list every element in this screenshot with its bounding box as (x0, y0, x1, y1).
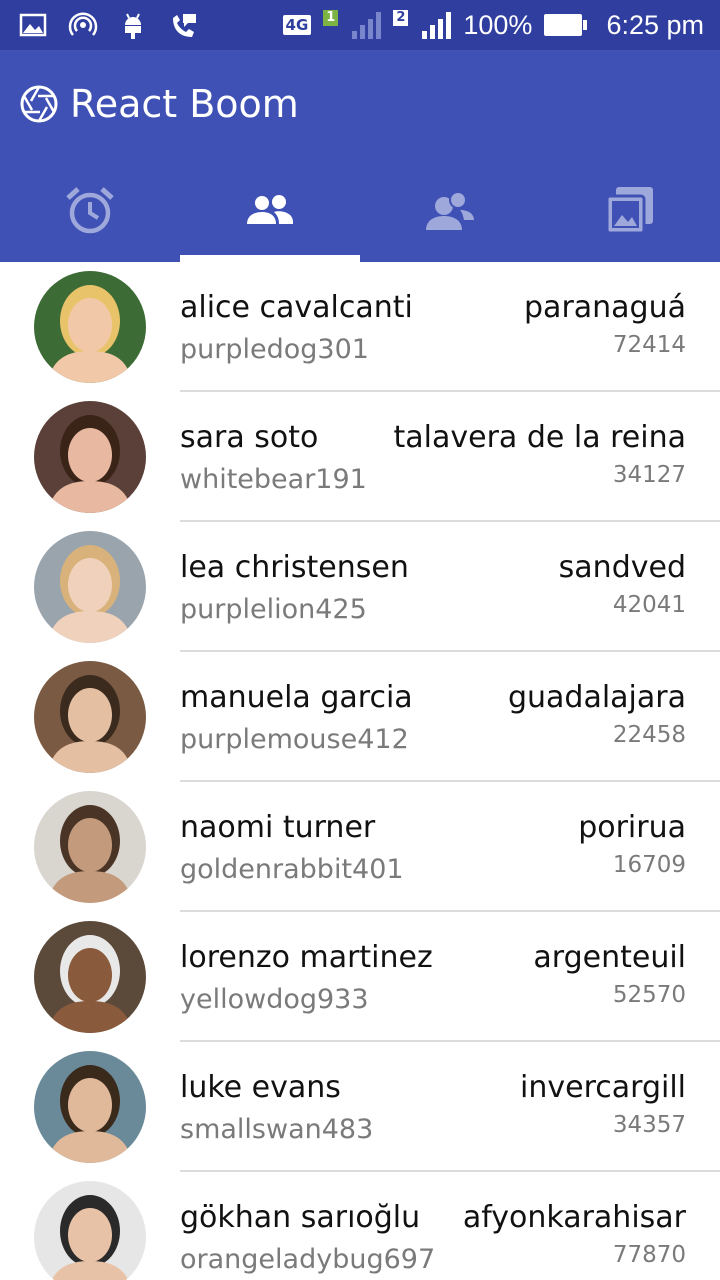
hotspot-icon (68, 10, 98, 40)
list-item[interactable]: gökhan sarıoğlu orangeladybug697 afyonka… (0, 1172, 720, 1280)
avatar-photo (34, 401, 146, 513)
user-name: gökhan sarıoğlu (180, 1200, 421, 1235)
user-name: lorenzo martinez (180, 940, 433, 975)
avatar (34, 1051, 146, 1163)
list-item[interactable]: sara soto whitebear191 talavera de la re… (0, 392, 720, 522)
avatar (34, 661, 146, 773)
list-item[interactable]: alice cavalcanti purpledog301 paranaguá … (0, 262, 720, 392)
system-status: 4G 1 2 100% 6:25 pm (282, 9, 704, 41)
user-list: alice cavalcanti purpledog301 paranaguá … (0, 262, 720, 1280)
user-name: alice cavalcanti (180, 290, 413, 325)
user-postcode: 42041 (612, 592, 686, 618)
user-city: porirua (578, 810, 686, 845)
tab-alarm[interactable] (0, 162, 180, 262)
notification-icons (18, 10, 198, 40)
aperture-icon (20, 85, 58, 123)
user-username: smallswan483 (180, 1114, 374, 1145)
user-postcode: 77870 (612, 1242, 686, 1268)
image-icon (18, 10, 48, 40)
user-username: purplelion425 (180, 594, 367, 625)
android-debug-icon (118, 10, 148, 40)
user-postcode: 22458 (612, 722, 686, 748)
user-name: sara soto (180, 420, 319, 455)
user-city: invercargill (520, 1070, 686, 1105)
avatar-photo (34, 661, 146, 773)
user-postcode: 52570 (612, 982, 686, 1008)
list-item[interactable]: luke evans smallswan483 invercargill 343… (0, 1042, 720, 1172)
list-item[interactable]: naomi turner goldenrabbit401 porirua 167… (0, 782, 720, 912)
user-username: goldenrabbit401 (180, 854, 404, 885)
user-city: argenteuil (533, 940, 686, 975)
sim1-badge: 1 (323, 9, 339, 26)
list-item[interactable]: manuela garcia purplemouse412 guadalajar… (0, 652, 720, 782)
user-name: naomi turner (180, 810, 376, 845)
alarm-icon (64, 184, 116, 240)
sim1-signal-icon (352, 11, 382, 39)
user-city: talavera de la reina (393, 420, 687, 455)
avatar-photo (34, 1181, 146, 1280)
battery-percent: 100% (463, 9, 533, 40)
avatar-photo (34, 791, 146, 903)
status-bar: 4G 1 2 100% 6:25 pm (0, 0, 720, 50)
avatar-photo (34, 1051, 146, 1163)
user-name: manuela garcia (180, 680, 413, 715)
user-username: whitebear191 (180, 464, 367, 495)
wifi-calling-icon (168, 10, 198, 40)
user-postcode: 72414 (612, 332, 686, 358)
avatar (34, 271, 146, 383)
user-city: afyonkarahisar (462, 1200, 686, 1235)
avatar (34, 531, 146, 643)
avatar (34, 791, 146, 903)
user-username: purplemouse412 (180, 724, 409, 755)
tab-bar (0, 162, 720, 262)
app-bar: React Boom (0, 50, 720, 262)
list-item[interactable]: lea christensen purplelion425 sandved 42… (0, 522, 720, 652)
avatar-photo (34, 921, 146, 1033)
app-title: React Boom (70, 82, 299, 126)
tab-people[interactable] (180, 162, 360, 262)
user-username: orangeladybug697 (180, 1244, 436, 1275)
avatar (34, 1181, 146, 1280)
user-name: luke evans (180, 1070, 341, 1105)
people-icon (244, 184, 296, 240)
sim2-badge: 2 (393, 9, 409, 26)
avatar-photo (34, 271, 146, 383)
list-item[interactable]: lorenzo martinez yellowdog933 argenteuil… (0, 912, 720, 1042)
user-postcode: 16709 (612, 852, 686, 878)
battery-icon (544, 14, 588, 36)
gallery-icon (604, 184, 656, 240)
user-city: guadalajara (507, 680, 686, 715)
tab-contacts[interactable] (360, 162, 540, 262)
contacts-icon (424, 184, 476, 240)
user-postcode: 34127 (612, 462, 686, 488)
user-username: purpledog301 (180, 334, 369, 365)
app-title-row: React Boom (20, 82, 299, 126)
network-type-badge: 4G (282, 15, 312, 35)
tab-gallery[interactable] (540, 162, 720, 262)
user-username: yellowdog933 (180, 984, 369, 1015)
avatar-photo (34, 531, 146, 643)
user-name: lea christensen (180, 550, 409, 585)
clock: 6:25 pm (606, 9, 704, 40)
user-postcode: 34357 (612, 1112, 686, 1138)
sim2-signal-icon (422, 11, 452, 39)
avatar (34, 401, 146, 513)
user-city: sandved (558, 550, 686, 585)
user-city: paranaguá (524, 290, 686, 325)
avatar (34, 921, 146, 1033)
